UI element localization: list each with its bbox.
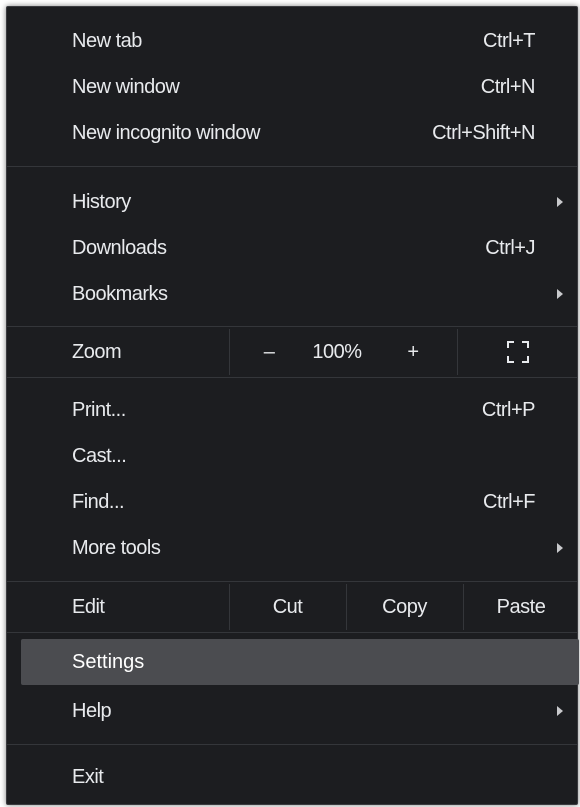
submenu-arrow-icon <box>557 197 563 207</box>
menu-separator <box>7 326 577 327</box>
menu-separator <box>7 166 577 167</box>
paste-button[interactable]: Paste <box>463 584 579 630</box>
submenu-arrow-icon <box>557 289 563 299</box>
menu-divider <box>229 329 230 375</box>
menu-item-shortcut: Ctrl+N <box>480 75 536 98</box>
menu-item-history[interactable]: History <box>7 180 577 224</box>
menu-item-label: Print... <box>72 398 126 421</box>
menu-item-more-tools[interactable]: More tools <box>7 526 577 570</box>
menu-item-label: New incognito window <box>72 121 260 144</box>
fullscreen-icon <box>507 341 529 363</box>
menu-item-help[interactable]: Help <box>7 689 577 733</box>
menu-separator <box>7 377 577 378</box>
fullscreen-button[interactable] <box>457 329 579 375</box>
menu-item-downloads[interactable]: Downloads Ctrl+J <box>7 226 577 270</box>
cut-button[interactable]: Cut <box>229 584 346 630</box>
menu-item-label: Exit <box>72 765 104 788</box>
chrome-main-menu: New tab Ctrl+T New window Ctrl+N New inc… <box>6 6 579 805</box>
edit-row: Edit Cut Copy Paste <box>7 584 577 630</box>
menu-separator <box>7 581 577 582</box>
menu-item-shortcut: Ctrl+Shift+N <box>432 121 535 144</box>
menu-item-label: Settings <box>72 650 145 673</box>
zoom-label: Zoom <box>72 340 122 363</box>
zoom-out-button[interactable]: – <box>247 329 291 375</box>
menu-item-exit[interactable]: Exit <box>7 755 577 799</box>
menu-item-label: Help <box>72 699 112 722</box>
menu-item-find[interactable]: Find... Ctrl+F <box>7 480 577 524</box>
menu-item-shortcut: Ctrl+F <box>483 490 536 513</box>
menu-separator <box>7 744 577 745</box>
menu-item-label: Downloads <box>72 236 167 259</box>
menu-item-new-window[interactable]: New window Ctrl+N <box>7 65 577 109</box>
menu-item-label: Bookmarks <box>72 282 168 305</box>
menu-item-print[interactable]: Print... Ctrl+P <box>7 388 577 432</box>
menu-separator <box>7 632 577 633</box>
menu-item-new-tab[interactable]: New tab Ctrl+T <box>7 19 577 63</box>
menu-item-settings[interactable]: Settings <box>21 639 579 685</box>
menu-item-label: New tab <box>72 29 142 52</box>
zoom-row: Zoom – 100% + <box>7 329 577 375</box>
menu-item-label: Find... <box>72 490 125 513</box>
zoom-level: 100% <box>312 340 362 363</box>
menu-item-shortcut: Ctrl+T <box>483 29 536 52</box>
menu-item-label: Cast... <box>72 444 127 467</box>
menu-item-label: History <box>72 190 131 213</box>
submenu-arrow-icon <box>557 543 563 553</box>
submenu-arrow-icon <box>557 706 563 716</box>
menu-item-label: New window <box>72 75 180 98</box>
menu-item-new-incognito-window[interactable]: New incognito window Ctrl+Shift+N <box>7 111 577 155</box>
edit-label: Edit <box>72 595 105 618</box>
menu-item-bookmarks[interactable]: Bookmarks <box>7 272 577 316</box>
zoom-in-button[interactable]: + <box>391 329 435 375</box>
copy-button[interactable]: Copy <box>346 584 463 630</box>
menu-item-shortcut: Ctrl+P <box>481 398 536 421</box>
menu-item-label: More tools <box>72 536 161 559</box>
menu-item-cast[interactable]: Cast... <box>7 434 577 478</box>
menu-item-shortcut: Ctrl+J <box>485 236 535 259</box>
